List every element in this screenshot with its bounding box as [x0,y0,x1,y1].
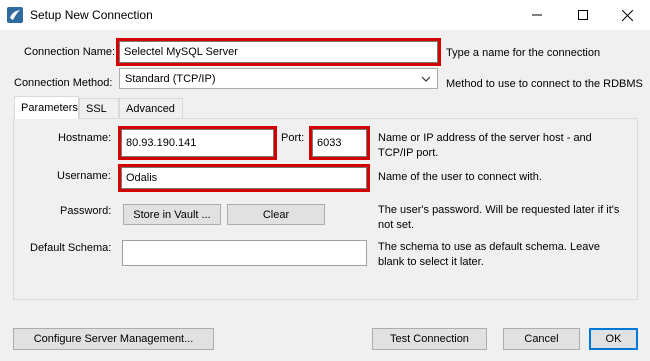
clear-password-button[interactable]: Clear [227,204,325,225]
mysql-workbench-icon [7,7,23,23]
connection-method-dropdown[interactable]: Standard (TCP/IP) [119,68,438,89]
username-label: Username: [57,170,111,182]
ok-button[interactable]: OK [589,328,638,350]
connection-method-hint: Method to use to connect to the RDBMS [446,78,643,90]
default-schema-label: Default Schema: [30,242,112,254]
username-hint: Name of the user to connect with. [378,171,542,183]
default-schema-input[interactable] [122,240,367,266]
tab-parameters[interactable]: Parameters [14,96,79,119]
minimize-icon [532,14,542,16]
default-schema-hint: The schema to use as default schema. Lea… [378,241,600,268]
password-hint: The user's password. Will be requested l… [378,204,620,231]
port-label: Port: [281,132,305,144]
connection-name-hint: Type a name for the connection [446,47,601,59]
username-input[interactable]: Odalis [118,164,370,192]
hostname-label: Hostname: [58,132,112,144]
connection-name-input[interactable]: Selectel MySQL Server [116,38,441,66]
configure-server-management-button[interactable]: Configure Server Management... [13,328,214,350]
password-label: Password: [60,205,112,217]
port-input[interactable]: 6033 [309,126,370,160]
test-connection-button[interactable]: Test Connection [372,328,487,350]
window-title: Setup New Connection [30,8,153,22]
maximize-button[interactable] [560,0,606,30]
store-in-vault-button[interactable]: Store in Vault ... [123,204,221,225]
connection-method-label: Connection Method: [14,77,113,89]
connection-method-value: Standard (TCP/IP) [125,72,216,85]
tab-ssl[interactable]: SSL [79,98,119,118]
minimize-button[interactable] [514,0,560,30]
chevron-down-icon [421,76,431,82]
maximize-icon [578,10,588,20]
close-button[interactable] [604,0,650,30]
hostname-input[interactable]: 80.93.190.141 [118,126,277,160]
cancel-button[interactable]: Cancel [503,328,580,350]
close-icon [621,9,633,21]
hostname-hint: Name or IP address of the server host - … [378,132,592,159]
connection-name-label: Connection Name: [24,46,116,58]
tab-advanced[interactable]: Advanced [119,98,183,118]
